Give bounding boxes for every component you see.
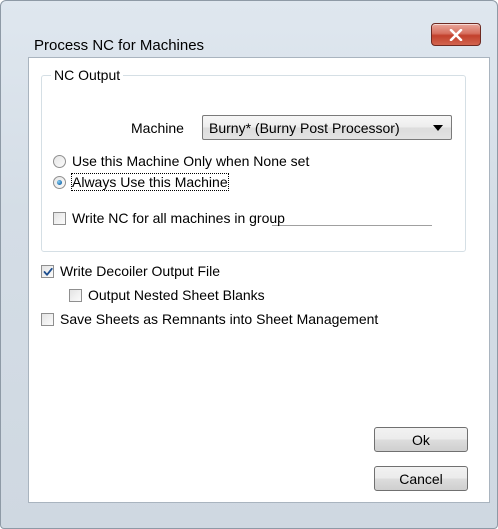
checkbox-output-nested[interactable]: Output Nested Sheet Blanks xyxy=(69,287,265,303)
title-bar[interactable]: Process NC for Machines xyxy=(1,1,498,57)
checkbox-write-decoiler[interactable]: Write Decoiler Output File xyxy=(41,263,220,279)
checkbox-checked[interactable] xyxy=(41,264,54,278)
checkmark-icon xyxy=(43,267,53,276)
checkbox[interactable] xyxy=(53,211,66,225)
nc-output-legend: NC Output xyxy=(51,67,124,83)
checkbox[interactable] xyxy=(41,312,54,326)
radio-use-when-none-set[interactable]: Use this Machine Only when None set xyxy=(53,153,309,169)
checkbox-label-write-decoiler: Write Decoiler Output File xyxy=(60,263,221,279)
dialog-window: Process NC for Machines NC Output Machin… xyxy=(0,0,498,529)
ok-button[interactable]: Ok xyxy=(374,427,468,452)
checkbox-label-write-nc-all: Write NC for all machines in group xyxy=(72,210,285,226)
radio-label-none-set: Use this Machine Only when None set xyxy=(72,153,310,169)
radio-always-use[interactable]: Always Use this Machine xyxy=(53,173,229,191)
close-x-icon xyxy=(449,28,463,41)
checkbox-save-remnants[interactable]: Save Sheets as Remnants into Sheet Manag… xyxy=(41,311,378,327)
cancel-button[interactable]: Cancel xyxy=(374,466,468,491)
radio-label-always: Always Use this Machine xyxy=(71,173,229,191)
checkbox-write-nc-all[interactable]: Write NC for all machines in group xyxy=(53,210,285,226)
radio-button-selected[interactable] xyxy=(53,175,66,189)
nc-output-groupbox: NC Output Machine Burny* (Burny Post Pro… xyxy=(41,67,466,252)
checkbox-label-output-nested: Output Nested Sheet Blanks xyxy=(88,287,265,303)
close-button[interactable] xyxy=(431,23,481,46)
checkbox-label-save-remnants: Save Sheets as Remnants into Sheet Manag… xyxy=(60,311,379,327)
checkbox[interactable] xyxy=(69,288,82,302)
machine-dropdown-value: Burny* (Burny Post Processor) xyxy=(209,120,400,136)
window-title: Process NC for Machines xyxy=(34,37,205,54)
machine-label: Machine xyxy=(131,120,184,136)
radio-button[interactable] xyxy=(53,154,66,168)
machine-dropdown[interactable]: Burny* (Burny Post Processor) xyxy=(202,115,452,140)
dialog-content: NC Output Machine Burny* (Burny Post Pro… xyxy=(28,57,490,503)
separator-line xyxy=(272,225,432,226)
dropdown-arrow-icon xyxy=(433,125,443,131)
